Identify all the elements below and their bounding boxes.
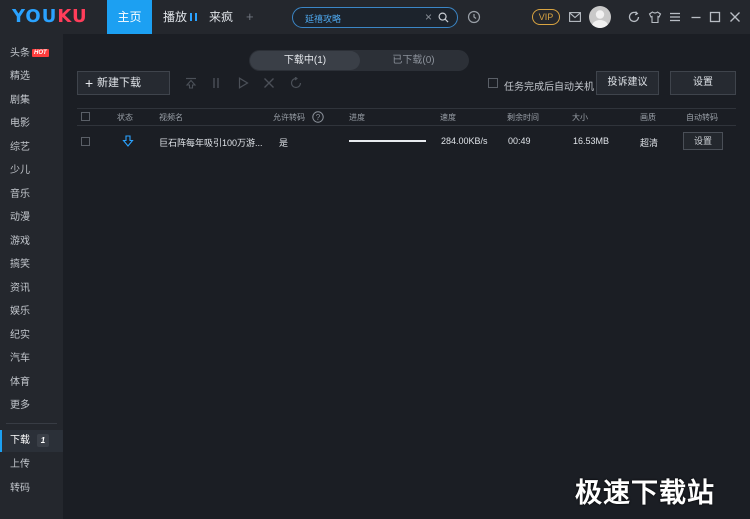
sidebar-item-movies[interactable]: 电影 bbox=[0, 113, 63, 135]
progress-fill bbox=[349, 140, 426, 142]
tab-play-label: 播放 bbox=[163, 10, 188, 24]
allow-transcode-value: 是 bbox=[279, 138, 289, 148]
minimize-icon[interactable] bbox=[689, 10, 703, 24]
sidebar-item-label: 头条 bbox=[10, 48, 30, 59]
feedback-button[interactable]: 投诉建议 bbox=[596, 71, 659, 95]
sidebar-item-news[interactable]: 资讯 bbox=[0, 278, 63, 300]
sidebar-item-funny[interactable]: 搞笑 bbox=[0, 254, 63, 276]
speed-value: 284.00KB/s bbox=[441, 136, 488, 146]
search-input[interactable]: 延禧攻略 bbox=[305, 12, 341, 25]
row-settings-button[interactable]: 设置 bbox=[683, 132, 723, 150]
select-all-checkbox[interactable] bbox=[81, 112, 90, 121]
tab-downloaded[interactable]: 已下载(0) bbox=[359, 51, 468, 70]
sidebar-item-transcode[interactable]: 转码 bbox=[0, 478, 63, 500]
search-icon[interactable] bbox=[438, 12, 449, 23]
mail-icon[interactable] bbox=[569, 12, 581, 22]
watermark: 极速下载站 bbox=[575, 478, 715, 509]
tab-downloading[interactable]: 下载中(1) bbox=[250, 51, 360, 70]
tab-play[interactable]: 播放 bbox=[163, 0, 198, 34]
sidebar-item-kids[interactable]: 少儿 bbox=[0, 160, 63, 182]
progress-bar bbox=[349, 140, 426, 142]
sidebar-item-documentary[interactable]: 纪实 bbox=[0, 325, 63, 347]
video-name: 巨石阵每年吸引100万游... bbox=[159, 138, 263, 148]
title-bar: YOUKU 主页 播放 来疯 + 延禧攻略 × VIP bbox=[0, 0, 750, 34]
sidebar-item-anime[interactable]: 动漫 bbox=[0, 207, 63, 229]
sidebar-item-series[interactable]: 剧集 bbox=[0, 90, 63, 112]
col-auto-transcode: 自动转码 bbox=[686, 113, 718, 122]
play-icon[interactable] bbox=[237, 77, 249, 89]
col-speed: 速度 bbox=[440, 113, 456, 122]
logo-text-ku: KU bbox=[57, 6, 88, 27]
youku-logo[interactable]: YOUKU bbox=[12, 6, 88, 27]
sidebar-item-sports[interactable]: 体育 bbox=[0, 372, 63, 394]
maximize-icon[interactable] bbox=[708, 10, 722, 24]
col-allow-transcode: 允许转码 bbox=[273, 113, 305, 122]
plus-icon: + bbox=[85, 75, 94, 91]
quality-value: 超清 bbox=[640, 138, 659, 148]
col-name: 视频名 bbox=[159, 113, 183, 122]
tab-home[interactable]: 主页 bbox=[107, 0, 152, 34]
new-download-button[interactable]: + 新建下载 bbox=[77, 71, 170, 95]
sidebar-item-headlines[interactable]: 头条 HOT bbox=[0, 43, 63, 65]
avatar[interactable] bbox=[589, 6, 611, 28]
download-count-badge: 1 bbox=[37, 434, 49, 447]
sidebar-item-upload[interactable]: 上传 bbox=[0, 454, 63, 476]
col-progress: 进度 bbox=[349, 113, 365, 122]
search-box[interactable]: 延禧攻略 × bbox=[292, 7, 458, 28]
sidebar-item-entertainment[interactable]: 娱乐 bbox=[0, 301, 63, 323]
upload-priority-icon[interactable] bbox=[185, 77, 197, 89]
sidebar-divider bbox=[6, 423, 57, 424]
clear-search-icon[interactable]: × bbox=[425, 10, 432, 24]
delete-icon[interactable] bbox=[263, 77, 275, 89]
col-size: 大小 bbox=[572, 113, 588, 122]
tab-laifeng[interactable]: 来疯 bbox=[209, 0, 233, 34]
sidebar-item-music[interactable]: 音乐 bbox=[0, 184, 63, 206]
skin-icon[interactable] bbox=[648, 10, 662, 24]
close-icon[interactable] bbox=[728, 10, 742, 24]
svg-text:?: ? bbox=[316, 113, 321, 122]
add-tab-button[interactable]: + bbox=[246, 0, 254, 34]
col-remaining: 剩余时间 bbox=[507, 113, 539, 122]
remaining-time-value: 00:49 bbox=[508, 136, 531, 146]
vip-badge[interactable]: VIP bbox=[532, 9, 560, 25]
download-arrow-icon bbox=[122, 135, 134, 147]
pause-icon[interactable] bbox=[210, 77, 222, 89]
menu-icon[interactable] bbox=[668, 10, 682, 24]
col-quality: 画质 bbox=[640, 113, 656, 122]
sidebar: 头条 HOT 精选 剧集 电影 综艺 少儿 音乐 动漫 游戏 搞笑 资讯 娱乐 纪… bbox=[0, 34, 63, 519]
auto-shutdown-checkbox[interactable] bbox=[488, 78, 498, 88]
row-checkbox[interactable] bbox=[81, 137, 90, 146]
settings-button[interactable]: 设置 bbox=[670, 71, 736, 95]
retry-icon[interactable] bbox=[290, 77, 302, 89]
hot-badge: HOT bbox=[32, 49, 49, 58]
history-icon[interactable] bbox=[467, 10, 481, 24]
user-silhouette-icon bbox=[592, 10, 608, 28]
refresh-icon[interactable] bbox=[627, 10, 641, 24]
size-value: 16.53MB bbox=[573, 136, 610, 146]
sidebar-item-label: 下载 bbox=[10, 435, 30, 446]
help-icon[interactable]: ? bbox=[312, 111, 324, 123]
auto-shutdown-label: 任务完成后自动关机 bbox=[504, 82, 594, 93]
new-download-label: 新建下载 bbox=[97, 77, 141, 89]
download-status-segment: 下载中(1) 已下载(0) bbox=[249, 50, 469, 71]
sidebar-item-more[interactable]: 更多 bbox=[0, 395, 63, 417]
logo-text-you: YOU bbox=[12, 6, 58, 27]
col-status: 状态 bbox=[117, 113, 133, 122]
sidebar-item-download[interactable]: 下载 1 bbox=[0, 430, 63, 452]
sidebar-item-games[interactable]: 游戏 bbox=[0, 231, 63, 253]
sidebar-item-auto[interactable]: 汽车 bbox=[0, 348, 63, 370]
sidebar-item-featured[interactable]: 精选 bbox=[0, 66, 63, 88]
pause-icon bbox=[190, 12, 198, 21]
table-header: 状态 视频名 允许转码 进度 速度 剩余时间 大小 画质 自动转码 bbox=[77, 108, 736, 126]
sidebar-item-variety[interactable]: 综艺 bbox=[0, 137, 63, 159]
